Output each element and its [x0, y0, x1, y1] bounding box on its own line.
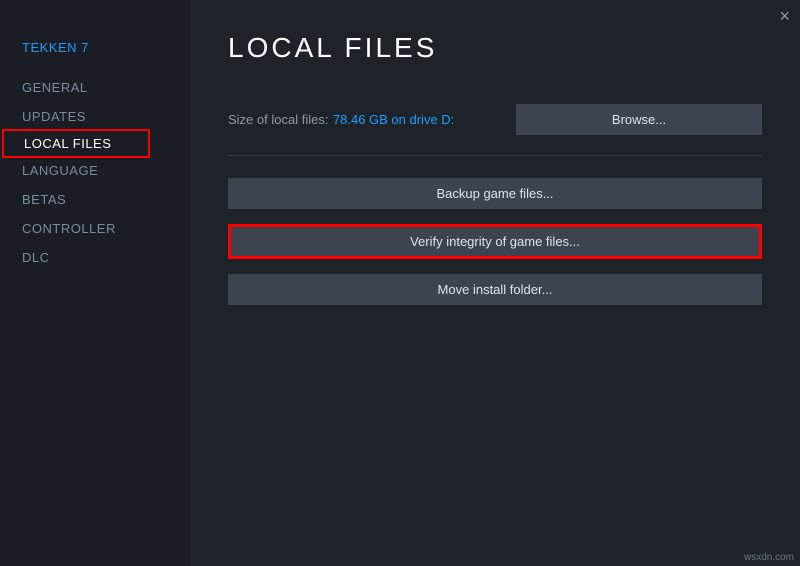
sidebar: TEKKEN 7 GENERAL UPDATES LOCAL FILES LAN… [0, 0, 190, 566]
sidebar-item-language[interactable]: LANGUAGE [0, 156, 190, 185]
backup-button[interactable]: Backup game files... [228, 178, 762, 209]
browse-button[interactable]: Browse... [516, 104, 762, 135]
sidebar-item-dlc[interactable]: DLC [0, 243, 190, 272]
sidebar-item-betas[interactable]: BETAS [0, 185, 190, 214]
size-value: 78.46 GB on drive D: [333, 112, 454, 127]
verify-integrity-button[interactable]: Verify integrity of game files... [228, 224, 762, 259]
sidebar-item-general[interactable]: GENERAL [0, 73, 190, 102]
sidebar-item-local-files[interactable]: LOCAL FILES [2, 129, 150, 158]
move-folder-button[interactable]: Move install folder... [228, 274, 762, 305]
sidebar-item-updates[interactable]: UPDATES [0, 102, 190, 131]
page-title: LOCAL FILES [228, 32, 762, 64]
size-label: Size of local files: [228, 112, 328, 127]
divider [228, 155, 762, 156]
size-info: Size of local files: 78.46 GB on drive D… [228, 111, 454, 129]
sidebar-item-controller[interactable]: CONTROLLER [0, 214, 190, 243]
size-row: Size of local files: 78.46 GB on drive D… [228, 104, 762, 135]
game-title: TEKKEN 7 [0, 30, 190, 73]
watermark: wsxdn.com [744, 552, 794, 563]
main-panel: LOCAL FILES Size of local files: 78.46 G… [190, 0, 800, 566]
